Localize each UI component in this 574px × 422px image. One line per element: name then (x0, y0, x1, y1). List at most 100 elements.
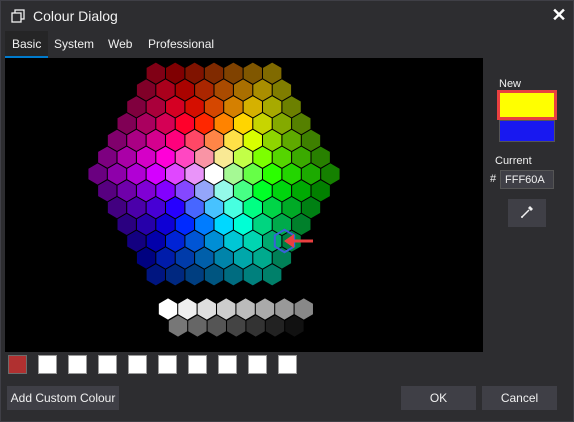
colour-hex[interactable] (146, 96, 165, 118)
colour-hex[interactable] (263, 62, 282, 84)
grey-hex[interactable] (285, 315, 304, 337)
custom-colour-swatch[interactable] (98, 355, 117, 374)
colour-hex[interactable] (166, 62, 185, 84)
tab-system[interactable]: System (47, 31, 101, 58)
colour-hex[interactable] (253, 213, 272, 235)
colour-hex[interactable] (185, 230, 204, 252)
colour-hex[interactable] (253, 180, 272, 202)
colour-hex[interactable] (185, 163, 204, 185)
colour-hex[interactable] (301, 129, 321, 151)
colour-hex[interactable] (195, 247, 214, 269)
hex-value-input[interactable] (500, 170, 554, 189)
colour-hex[interactable] (292, 113, 311, 135)
custom-colour-swatch[interactable] (68, 355, 87, 374)
colour-hexagon-area[interactable] (5, 58, 483, 352)
colour-hex[interactable] (117, 180, 136, 202)
colour-hex[interactable] (282, 163, 301, 185)
colour-hex[interactable] (127, 197, 146, 219)
colour-hex[interactable] (214, 213, 233, 235)
custom-colour-swatch[interactable] (38, 355, 57, 374)
colour-hex[interactable] (204, 197, 224, 219)
colour-hex[interactable] (117, 213, 136, 235)
colour-hex[interactable] (263, 163, 282, 185)
custom-colour-swatch[interactable] (8, 355, 27, 374)
colour-hex[interactable] (233, 213, 253, 235)
grey-hex[interactable] (265, 315, 285, 337)
colour-hex[interactable] (282, 129, 301, 151)
colour-hex[interactable] (195, 113, 214, 135)
colour-hex[interactable] (107, 163, 127, 185)
colour-hex[interactable] (253, 146, 272, 168)
colour-hex[interactable] (204, 96, 224, 118)
colour-hex[interactable] (224, 264, 243, 286)
colour-hex[interactable] (146, 197, 165, 219)
colour-hex[interactable] (224, 197, 243, 219)
colour-hex[interactable] (166, 163, 185, 185)
colour-hex[interactable] (263, 129, 282, 151)
colour-hex[interactable] (272, 79, 292, 101)
colour-hex[interactable] (214, 113, 233, 135)
colour-hex[interactable] (243, 129, 262, 151)
colour-hex[interactable] (224, 96, 243, 118)
colour-hex[interactable] (301, 197, 321, 219)
tab-web[interactable]: Web (101, 31, 139, 58)
colour-hex[interactable] (136, 146, 156, 168)
grey-hex[interactable] (255, 298, 275, 320)
colour-hex[interactable] (233, 180, 253, 202)
colour-hex[interactable] (214, 247, 233, 269)
colour-hex[interactable] (253, 79, 272, 101)
grey-hex[interactable] (275, 298, 294, 320)
colour-hex[interactable] (224, 230, 243, 252)
colour-hex[interactable] (88, 163, 107, 185)
colour-hex[interactable] (127, 230, 146, 252)
colour-hex[interactable] (146, 129, 165, 151)
colour-hex[interactable] (156, 180, 175, 202)
colour-hex[interactable] (136, 213, 156, 235)
custom-colour-swatch[interactable] (158, 355, 177, 374)
grey-hex[interactable] (207, 315, 226, 337)
colour-hex[interactable] (272, 180, 292, 202)
colour-hex[interactable] (136, 79, 156, 101)
colour-hex[interactable] (166, 197, 185, 219)
colour-hex[interactable] (292, 146, 311, 168)
colour-hex[interactable] (166, 230, 185, 252)
colour-hex[interactable] (156, 247, 175, 269)
colour-hex[interactable] (233, 146, 253, 168)
colour-hex[interactable] (224, 129, 243, 151)
colour-hex[interactable] (107, 129, 127, 151)
colour-hex[interactable] (156, 79, 175, 101)
colour-hex[interactable] (146, 264, 165, 286)
colour-hex[interactable] (301, 163, 321, 185)
colour-hex[interactable] (243, 264, 262, 286)
colour-hex[interactable] (263, 197, 282, 219)
colour-hex[interactable] (292, 180, 311, 202)
colour-hexagon-canvas[interactable] (5, 58, 483, 352)
colour-hex[interactable] (282, 96, 301, 118)
grey-hex[interactable] (236, 298, 255, 320)
grey-hex[interactable] (178, 298, 197, 320)
colour-hex[interactable] (175, 180, 195, 202)
tab-basic[interactable]: Basic (5, 31, 49, 58)
colour-hex[interactable] (292, 213, 311, 235)
colour-hex[interactable] (272, 113, 292, 135)
colour-hex[interactable] (127, 163, 146, 185)
colour-hex[interactable] (156, 146, 175, 168)
colour-hex[interactable] (282, 197, 301, 219)
colour-hex[interactable] (204, 62, 224, 84)
custom-colour-swatch[interactable] (218, 355, 237, 374)
colour-hex[interactable] (214, 146, 233, 168)
colour-hex[interactable] (185, 264, 204, 286)
colour-hex[interactable] (175, 113, 195, 135)
colour-hex[interactable] (243, 197, 262, 219)
colour-hex[interactable] (166, 129, 185, 151)
colour-hex[interactable] (107, 197, 127, 219)
colour-hex[interactable] (204, 264, 224, 286)
colour-hex[interactable] (175, 79, 195, 101)
eyedropper-button[interactable] (508, 199, 546, 227)
colour-hex[interactable] (136, 247, 156, 269)
colour-hex[interactable] (195, 79, 214, 101)
custom-colour-swatch[interactable] (278, 355, 297, 374)
colour-hex[interactable] (204, 230, 224, 252)
grey-hex[interactable] (168, 315, 188, 337)
add-custom-colour-button[interactable]: Add Custom Colour (7, 386, 119, 410)
